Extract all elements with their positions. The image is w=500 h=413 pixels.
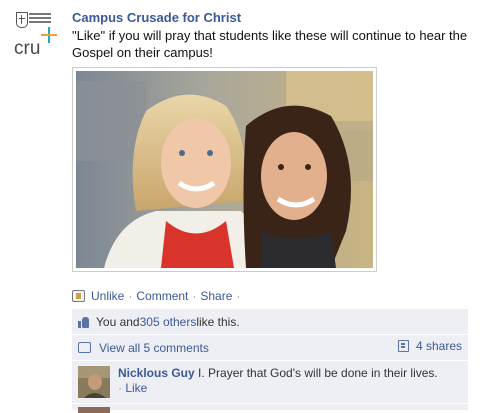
shield-icon	[16, 12, 28, 28]
likes-others-link[interactable]: 305 others	[140, 315, 197, 329]
post-actions: Unlike · Comment · Share ·	[72, 289, 244, 303]
comment-like-link[interactable]: Like	[125, 381, 147, 395]
separator: ·	[128, 289, 133, 303]
thumbs-up-icon	[78, 316, 90, 328]
likes-suffix: like this.	[196, 314, 240, 329]
post-photo[interactable]	[72, 67, 377, 272]
comment-author-link[interactable]: Nicklous Guy	[118, 366, 195, 380]
likes-prefix: You and	[96, 314, 140, 329]
crest-text-lines	[29, 13, 51, 25]
page-name-link[interactable]: Campus Crusade for Christ	[72, 10, 241, 25]
separator: ·	[236, 289, 241, 303]
comment-item	[72, 404, 468, 413]
post-avatar[interactable]: cru	[14, 12, 58, 60]
shares-link[interactable]: 4 shares	[416, 339, 462, 353]
comments-summary-row: View all 5 comments 4 shares	[72, 335, 468, 361]
cru-logo-text: cru	[14, 38, 41, 59]
comment-bubble-icon	[78, 342, 91, 353]
share-link[interactable]: Share	[200, 289, 232, 303]
post-text: "Like" if you will pray that students li…	[72, 28, 468, 60]
avatar[interactable]	[78, 407, 110, 413]
unlike-link[interactable]: Unlike	[91, 289, 124, 303]
view-all-comments-link[interactable]: View all 5 comments	[99, 341, 209, 355]
comment-meta: · Like	[118, 381, 147, 395]
avatar-image	[78, 366, 110, 398]
comment-item: Nicklous Guy I. Prayer that God's will b…	[72, 361, 468, 404]
comment-body: Nicklous Guy I. Prayer that God's will b…	[118, 366, 458, 396]
likes-row: You and 305 others like this.	[72, 309, 468, 335]
separator: ·	[118, 381, 122, 395]
avatar[interactable]	[78, 366, 110, 398]
shares-count[interactable]: 4 shares	[397, 339, 462, 353]
comment-text: I. Prayer that God's will be done in the…	[194, 366, 438, 380]
photo-image	[76, 71, 373, 268]
plus-icon	[41, 27, 57, 43]
separator: ·	[192, 289, 197, 303]
feedback-box: You and 305 others like this. View all 5…	[72, 309, 468, 413]
post-type-icon	[72, 290, 85, 302]
comment-link[interactable]: Comment	[136, 289, 188, 303]
share-icon	[397, 340, 409, 352]
